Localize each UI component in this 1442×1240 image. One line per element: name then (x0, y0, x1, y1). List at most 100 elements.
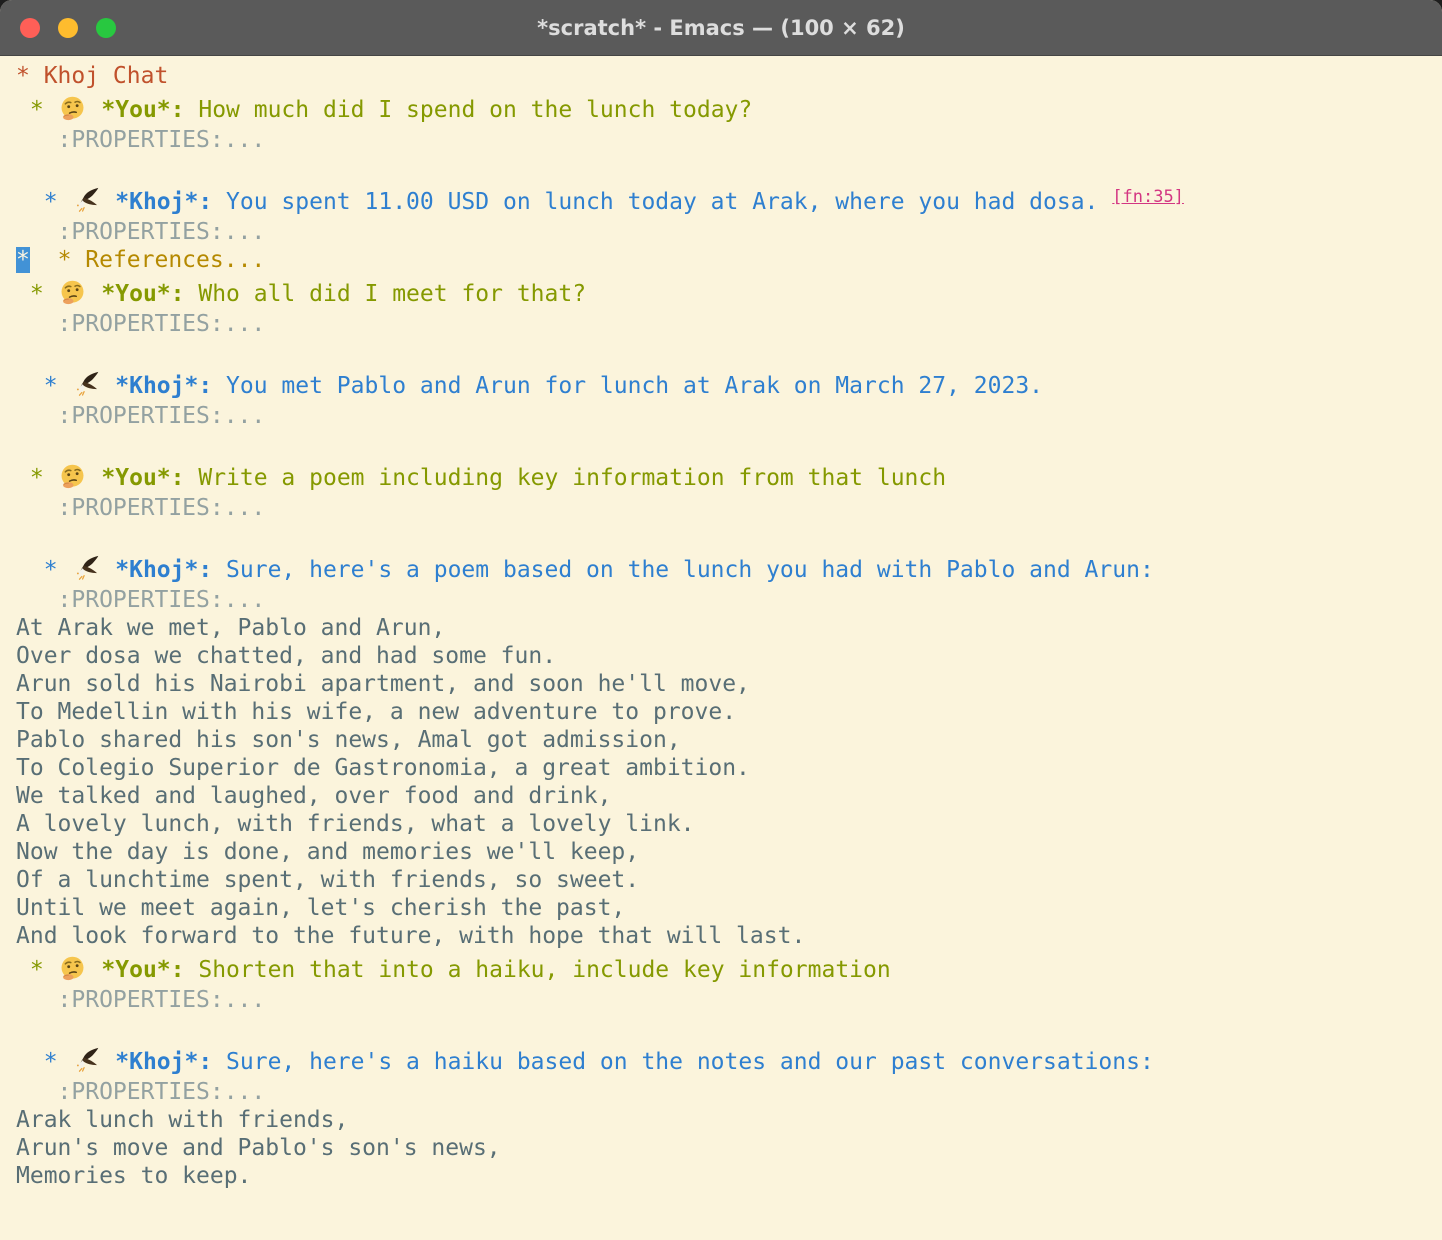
message-text: Write a poem including key information f… (185, 465, 947, 491)
text-segment (101, 189, 115, 215)
properties-drawer-folded[interactable]: :PROPERTIES:... (16, 403, 265, 429)
thinking-face-icon (58, 463, 88, 492)
chat-message-you-3[interactable]: * *You*: Write a poem including key info… (16, 458, 1442, 494)
window-title: *scratch* - Emacs — (100 × 62) (0, 0, 1442, 55)
poem-line[interactable]: We talked and laughed, over food and dri… (16, 782, 1442, 810)
properties-drawer-folded[interactable]: :PROPERTIES:... (16, 1079, 265, 1105)
blank-line[interactable] (16, 154, 1442, 182)
haiku-text: Memories to keep. (16, 1163, 251, 1189)
properties-drawer[interactable]: :PROPERTIES:... (16, 126, 1442, 154)
org-star: * (16, 189, 71, 215)
poem-text: Arun sold his Nairobi apartment, and soo… (16, 671, 750, 697)
khoj-chat-heading: * Khoj Chat (16, 63, 168, 89)
properties-drawer[interactable]: :PROPERTIES:... (16, 586, 1442, 614)
chat-message-khoj-1[interactable]: * *Khoj*: You spent 11.00 USD on lunch t… (16, 182, 1442, 218)
message-text: Sure, here's a haiku based on the notes … (212, 1049, 1154, 1075)
thinking-face-icon (58, 279, 88, 308)
chat-message-you-1[interactable]: * *You*: How much did I spend on the lun… (16, 90, 1442, 126)
properties-drawer-folded[interactable]: :PROPERTIES:... (16, 219, 265, 245)
properties-drawer[interactable]: :PROPERTIES:... (16, 494, 1442, 522)
poem-text: A lovely lunch, with friends, what a lov… (16, 811, 695, 837)
poem-text: We talked and laughed, over food and dri… (16, 783, 611, 809)
footnote-link[interactable]: [fn:35] (1112, 187, 1184, 207)
poem-text: Until we meet again, let's cherish the p… (16, 895, 625, 921)
blank-line[interactable] (16, 430, 1442, 458)
eagle-icon (71, 555, 101, 584)
minimize-button[interactable] (58, 18, 78, 38)
properties-drawer[interactable]: :PROPERTIES:... (16, 402, 1442, 430)
you-speaker-label: *You*: (101, 465, 184, 491)
poem-line[interactable]: Of a lunchtime spent, with friends, so s… (16, 866, 1442, 894)
titlebar[interactable]: *scratch* - Emacs — (100 × 62) (0, 0, 1442, 56)
chat-message-you-4[interactable]: * *You*: Shorten that into a haiku, incl… (16, 950, 1442, 986)
org-heading-khoj-chat[interactable]: * Khoj Chat (16, 62, 1442, 90)
poem-line[interactable]: At Arak we met, Pablo and Arun, (16, 614, 1442, 642)
poem-line[interactable]: A lovely lunch, with friends, what a lov… (16, 810, 1442, 838)
haiku-line[interactable]: Arak lunch with friends, (16, 1106, 1442, 1134)
chat-message-khoj-4[interactable]: * *Khoj*: Sure, here's a haiku based on … (16, 1042, 1442, 1078)
poem-text: Pablo shared his son's news, Amal got ad… (16, 727, 681, 753)
poem-line[interactable]: To Colegio Superior de Gastronomia, a gr… (16, 754, 1442, 782)
poem-line[interactable]: And look forward to the future, with hop… (16, 922, 1442, 950)
poem-text: At Arak we met, Pablo and Arun, (16, 615, 445, 641)
text-segment (101, 557, 115, 583)
emacs-buffer[interactable]: * Khoj Chat * *You*: How much did I spen… (0, 56, 1442, 1240)
message-text: How much did I spend on the lunch today? (185, 97, 753, 123)
poem-text: Now the day is done, and memories we'll … (16, 839, 639, 865)
poem-text: And look forward to the future, with hop… (16, 923, 805, 949)
message-text: Shorten that into a haiku, include key i… (185, 957, 891, 983)
text-segment (101, 1049, 115, 1075)
blank-line[interactable] (16, 522, 1442, 550)
eagle-icon (71, 371, 101, 400)
zoom-button[interactable] (96, 18, 116, 38)
properties-drawer-folded[interactable]: :PROPERTIES:... (16, 495, 265, 521)
text-segment (30, 247, 58, 273)
properties-drawer[interactable]: :PROPERTIES:... (16, 218, 1442, 246)
org-star: * (16, 465, 58, 491)
blank-line[interactable] (16, 1014, 1442, 1042)
org-star: * (16, 1049, 71, 1075)
poem-text: To Colegio Superior de Gastronomia, a gr… (16, 755, 750, 781)
haiku-line[interactable]: Memories to keep. (16, 1162, 1442, 1190)
text-segment (88, 97, 102, 123)
you-speaker-label: *You*: (101, 281, 184, 307)
you-speaker-label: *You*: (101, 957, 184, 983)
poem-text: Of a lunchtime spent, with friends, so s… (16, 867, 639, 893)
properties-drawer-folded[interactable]: :PROPERTIES:... (16, 127, 265, 153)
close-button[interactable] (20, 18, 40, 38)
khoj-speaker-label: *Khoj*: (115, 1049, 212, 1075)
text-cursor: * (16, 247, 30, 273)
poem-line[interactable]: Arun sold his Nairobi apartment, and soo… (16, 670, 1442, 698)
message-text: Sure, here's a poem based on the lunch y… (212, 557, 1154, 583)
properties-drawer[interactable]: :PROPERTIES:... (16, 1078, 1442, 1106)
traffic-lights (20, 18, 116, 38)
org-star: * (16, 97, 58, 123)
haiku-line[interactable]: Arun's move and Pablo's son's news, (16, 1134, 1442, 1162)
chat-message-khoj-3[interactable]: * *Khoj*: Sure, here's a poem based on t… (16, 550, 1442, 586)
references-label[interactable]: * References... (58, 247, 266, 273)
blank-line[interactable] (16, 338, 1442, 366)
org-star: * (16, 373, 71, 399)
eagle-icon (71, 1047, 101, 1076)
poem-line[interactable]: To Medellin with his wife, a new adventu… (16, 698, 1442, 726)
properties-drawer-folded[interactable]: :PROPERTIES:... (16, 987, 265, 1013)
chat-message-khoj-2[interactable]: * *Khoj*: You met Pablo and Arun for lun… (16, 366, 1442, 402)
poem-line[interactable]: Until we meet again, let's cherish the p… (16, 894, 1442, 922)
eagle-icon (71, 187, 101, 216)
chat-message-you-2[interactable]: * *You*: Who all did I meet for that? (16, 274, 1442, 310)
references-heading[interactable]: * * References... (16, 246, 1442, 274)
properties-drawer[interactable]: :PROPERTIES:... (16, 986, 1442, 1014)
you-speaker-label: *You*: (101, 97, 184, 123)
poem-line[interactable]: Over dosa we chatted, and had some fun. (16, 642, 1442, 670)
poem-line[interactable]: Now the day is done, and memories we'll … (16, 838, 1442, 866)
message-text: Who all did I meet for that? (185, 281, 587, 307)
properties-drawer[interactable]: :PROPERTIES:... (16, 310, 1442, 338)
haiku-text: Arak lunch with friends, (16, 1107, 348, 1133)
poem-text: Over dosa we chatted, and had some fun. (16, 643, 556, 669)
org-star: * (16, 957, 58, 983)
poem-line[interactable]: Pablo shared his son's news, Amal got ad… (16, 726, 1442, 754)
haiku-text: Arun's move and Pablo's son's news, (16, 1135, 501, 1161)
org-star: * (16, 557, 71, 583)
properties-drawer-folded[interactable]: :PROPERTIES:... (16, 311, 265, 337)
properties-drawer-folded[interactable]: :PROPERTIES:... (16, 587, 265, 613)
